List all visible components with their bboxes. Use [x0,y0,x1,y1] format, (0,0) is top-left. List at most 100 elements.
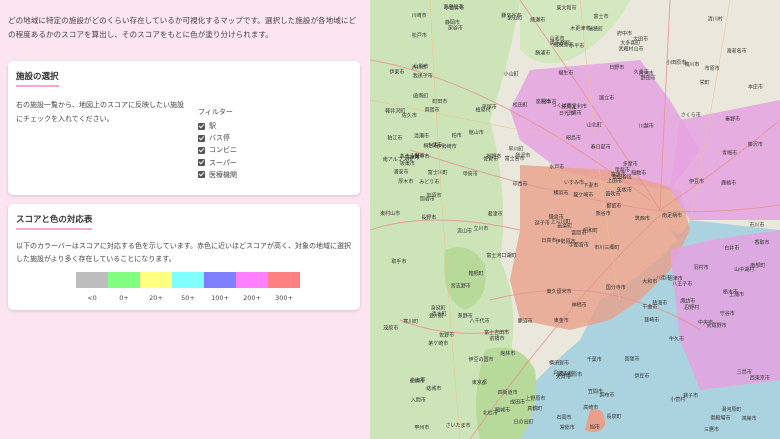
filter-item-station[interactable]: 駅 [198,120,237,132]
map-city-label: 東村山市 [380,210,400,217]
map-city-label: 清水町 [432,311,447,318]
map-city-label: 春日部市 [591,143,611,150]
map-city-label: さいたま市 [446,422,471,429]
map-city-label: 御殿場市 [711,415,731,422]
map-city-label: 龍ケ崎市 [573,192,593,199]
map-city-label: 身延町 [431,304,446,311]
map-city-label: 小菅村 [670,396,685,403]
map-city-label: 伊豆市 [689,178,704,185]
color-label: 200+ [243,294,261,302]
map-city-label: 安中市 [414,153,429,160]
map-city-label: 神栖市 [572,302,587,309]
map-city-label: さくら市 [681,112,701,119]
map-city-label: 水戸市 [549,163,564,170]
color-swatch [172,272,204,288]
sidebar-panel: どの地域に特定の施設がどのくらい存在しているか可視化するマップです。選択した施設… [0,0,370,439]
map-city-label: 伊勢崎市 [437,143,457,150]
map-city-label: 我孫子市 [413,72,433,79]
map-city-label: 館山市 [469,129,484,136]
facility-card-title: 施設の選択 [16,70,59,87]
map-view[interactable]: 宇都宮市 真岡市 上三川町 小山市 上田市 前橋市 太田市 足利市 古河市 熊谷市 深谷市 鴻巣市 加須… [370,0,780,439]
map-city-label: 富士吉田市 [484,329,509,336]
map-city-label: 日の出町 [514,418,534,425]
map-city-label: 上野原市 [525,395,545,402]
map-city-label: 印西市 [513,180,528,187]
map-city-label: 小山町 [504,71,519,78]
map-city-label: 日高市 [541,237,556,244]
map-city-label: 綾瀬市 [530,17,545,24]
map-city-label: 邑楽町 [557,223,572,230]
map-city-label: 流山市 [457,227,472,234]
map-city-label: 鴨川市 [684,61,699,68]
map-city-label: 佐久市 [402,112,417,119]
map-city-label: 白井市 [724,245,739,252]
map-city-label: 伊豆市 [634,373,649,380]
map-city-label: 清瀬市 [414,133,429,140]
map-city-label: 千曲市 [642,304,657,311]
map-city-label: 国分寺市 [606,284,626,291]
map-city-label: 富士市 [594,13,609,20]
map-city-label: みどり市 [419,178,439,185]
map-city-label: 武蔵村山市 [619,45,644,52]
map-city-label: 三鷹市 [704,426,719,433]
checkbox[interactable] [198,171,205,179]
map-city-label: 静岡市 [445,19,460,26]
map-city-label: 柏市 [452,132,462,139]
map-city-label: 成田市 [510,398,525,405]
color-swatch [236,272,268,288]
map-city-label: 守谷市 [720,310,735,317]
map-city-label: 羽村市 [694,264,709,271]
map-city-label: 湯河原町 [721,406,741,413]
map-city-label: 青梅市 [722,149,737,156]
filter-item-medical[interactable]: 医療機関 [198,169,237,181]
map-canvas[interactable]: 宇都宮市真岡市上三川町小山市上田市前橋市太田市足利市古河市熊谷市深谷市鴻巣市加須… [370,0,780,439]
checkbox[interactable] [198,159,205,167]
map-city-label: 富士河口湖町 [486,252,516,259]
map-city-label: 横浜市 [554,190,569,197]
color-label: 100+ [211,294,229,302]
filter-title: フィルター [198,108,233,116]
map-city-label: 清川村 [708,15,723,22]
map-city-label: 船橋市 [410,378,425,385]
map-city-label: 勝浦市 [535,49,550,56]
map-city-label: 鴻巣市 [742,415,757,422]
filter-item-convenience-store[interactable]: コンビニ [198,144,237,156]
filter-item-supermarket[interactable]: スーパー [198,157,237,169]
map-city-label: 矢板市 [617,186,632,193]
map-city-label: 小金井市 [444,4,464,11]
map-city-label: 結城市 [426,385,441,392]
color-label: 50+ [181,294,195,302]
map-city-label: 本庄市 [748,83,763,90]
map-city-label: 日光市 [559,110,574,117]
map-city-label: 甲州市 [414,424,429,431]
color-bar: <0 0+ 20+ 50+ 100+ 200+ 300+ [76,272,300,302]
checkbox[interactable] [198,134,205,142]
map-city-label: 筑西市 [635,215,650,222]
map-city-label: 藤沢市 [748,141,763,148]
checkbox[interactable] [198,146,205,154]
map-city-label: 真岡市 [425,107,440,114]
map-city-label: 小田原市 [666,59,686,66]
map-city-label: 久喜市 [634,69,649,76]
map-city-label: 武蔵野市 [707,322,727,329]
map-city-label: 市川市 [749,222,764,229]
legend-card-description: 以下のカラーバーはスコアに対応する色を示しています。赤色に近いほどスコアが高く、… [16,242,352,263]
map-city-label: 君津市 [488,211,503,218]
checkbox[interactable] [198,122,205,130]
map-city-label: 稲城市 [495,406,510,413]
map-city-label: 伊豆の国市 [469,356,494,363]
facility-selection-card: 施設の選択 右の施設一覧から、地図上のスコアに反映したい施設にチェックを入れてく… [8,61,360,195]
map-city-label: 館林市 [500,350,515,357]
color-label: 20+ [149,294,163,302]
map-city-label: いすみ市 [564,179,584,186]
map-city-label: 調布市 [600,391,615,398]
map-city-label: 岡谷市 [420,196,435,203]
map-city-label: 昭島市 [566,134,581,141]
map-city-label: 小平市 [569,43,584,50]
map-city-label: 熊谷市 [596,210,611,217]
map-city-label: 鹿沼市 [518,318,533,325]
intro-text: どの地域に特定の施設がどのくらい存在しているか可視化するマップです。選択した施設… [8,16,357,39]
map-city-label: 浦安市 [394,168,409,175]
map-city-label: 函南町 [413,93,428,100]
filter-item-bus-stop[interactable]: バス停 [198,132,237,144]
